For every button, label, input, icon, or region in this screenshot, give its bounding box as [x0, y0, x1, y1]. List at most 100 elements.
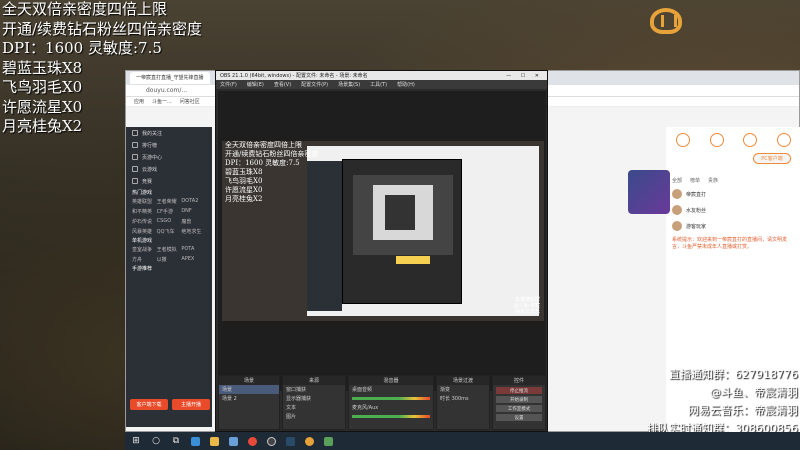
- mixer-channel: 桌面音频: [352, 387, 373, 393]
- fish-ball-icon[interactable]: [675, 133, 690, 147]
- nested-obs-2: [385, 195, 415, 230]
- tab-all[interactable]: 全部: [672, 177, 682, 184]
- duration-field[interactable]: 时长 300ms: [437, 394, 489, 403]
- rank-row: 游客玩家: [666, 218, 800, 234]
- sidebar-item-match[interactable]: 竞赛: [126, 175, 212, 187]
- user-icon[interactable]: [777, 133, 792, 147]
- stop-stream-button[interactable]: 停止推流: [496, 387, 542, 394]
- game-link[interactable]: 炉石传说: [132, 218, 157, 225]
- volume-meter[interactable]: [352, 415, 430, 418]
- overlay-line: 月亮桂兔X2: [2, 117, 83, 135]
- sidebar-item-webgame[interactable]: 页游中心: [126, 151, 212, 163]
- search-icon[interactable]: ○: [151, 436, 161, 446]
- source-item[interactable]: 图片: [283, 412, 345, 421]
- sidebar-section-mobile: 手游推荐: [132, 266, 153, 272]
- nested-browser-2: [373, 185, 433, 240]
- rank-icon: [132, 142, 138, 148]
- task-view-icon[interactable]: ⧉: [171, 436, 181, 446]
- window-controls[interactable]: — ☐ ✕: [506, 73, 547, 79]
- store-icon[interactable]: [229, 436, 238, 446]
- menu-view[interactable]: 查看(V): [274, 81, 291, 88]
- client-download-button[interactable]: 客户端下载: [130, 399, 168, 410]
- cloud-icon: [132, 166, 138, 172]
- obs-titlebar: OBS 21.1.0 (64bit, windows) - 配置文件: 未命名 …: [216, 71, 547, 80]
- game-link[interactable]: DOTA2: [181, 198, 206, 205]
- game-link[interactable]: 王者模拟: [157, 246, 182, 253]
- overlay-douyu-handle: @斗鱼、帝宸清羽: [710, 386, 798, 399]
- start-record-button[interactable]: 开始录制: [496, 396, 542, 403]
- menu-tools[interactable]: 工具(T): [370, 81, 387, 88]
- obs-menubar: 文件(F) 编辑(E) 查看(V) 配置文件(P) 场景集(S) 工具(T) 帮…: [216, 80, 547, 89]
- menu-profile[interactable]: 配置文件(P): [301, 81, 328, 88]
- anchor-card[interactable]: [628, 170, 670, 214]
- nested-live-badge: [396, 256, 430, 264]
- game-link[interactable]: 皇室战争: [132, 246, 157, 253]
- pc-client-button[interactable]: PC客户端: [753, 153, 791, 164]
- source-item[interactable]: 文本: [283, 403, 345, 412]
- game-link[interactable]: CSGO: [157, 218, 182, 225]
- scene-item[interactable]: 场景: [219, 385, 279, 394]
- game-link[interactable]: DNF: [181, 208, 206, 215]
- menu-help[interactable]: 帮助(H): [397, 81, 415, 88]
- volume-meter[interactable]: [352, 397, 430, 400]
- game-link[interactable]: 以撒: [157, 256, 182, 263]
- source-item[interactable]: 窗口捕获: [283, 385, 345, 394]
- controls-header: 控件: [493, 376, 545, 385]
- sources-dock: 来源 窗口捕获 显示器捕获 文本 图片: [282, 375, 346, 430]
- obs-preview[interactable]: 全天双倍亲密度四倍上限 开通/续费钻石粉丝四倍亲密度 DPI：1600 灵敏度:…: [218, 91, 546, 391]
- transition-select[interactable]: 渐变: [437, 385, 489, 394]
- sources-header: 来源: [283, 376, 345, 385]
- sidebar-item-cloud[interactable]: 云游戏: [126, 163, 212, 175]
- studio-mode-button[interactable]: 工作室模式: [496, 405, 542, 412]
- game-link[interactable]: 英雄联盟: [132, 198, 157, 205]
- system-notice: 系统提示：欢迎来到一帝宸直打的直播间，请文明发言，斗鱼严禁未成年人直播或打赏。: [672, 237, 788, 250]
- douyu-sidebar: 我的关注 排行榜 页游中心 云游戏 竞赛 热门游戏 英雄联盟 王者荣耀 DOTA…: [126, 127, 212, 427]
- tab-rank[interactable]: 榜单: [690, 177, 700, 184]
- source-item[interactable]: 显示器捕获: [283, 394, 345, 403]
- menu-edit[interactable]: 编辑(E): [247, 81, 264, 88]
- chrome-icon[interactable]: [248, 436, 257, 446]
- game-link[interactable]: CF手游: [157, 208, 182, 215]
- game-icon[interactable]: [305, 436, 314, 446]
- overlay-qq-group: 直播通知群：627918776: [669, 368, 798, 381]
- game-link[interactable]: APEX: [181, 256, 206, 263]
- tab-noble[interactable]: 贵族: [708, 177, 718, 184]
- obs-icon[interactable]: [267, 436, 276, 446]
- menu-file[interactable]: 文件(F): [220, 81, 237, 88]
- sidebar-item-rank[interactable]: 排行榜: [126, 139, 212, 151]
- start-icon[interactable]: ⊞: [131, 436, 141, 446]
- steam-icon[interactable]: [286, 436, 295, 446]
- ie-icon[interactable]: [191, 436, 200, 446]
- nested-obs: [342, 159, 462, 304]
- sidebar-game-grid-2: 皇室战争 王者模拟 POTA 方舟 以撒 APEX: [126, 246, 212, 263]
- folder-icon[interactable]: [210, 436, 219, 446]
- game-link[interactable]: POTA: [181, 246, 206, 253]
- nested-caption: 直播通知群 @斗鱼-帝宸 网易云音乐: [513, 297, 540, 315]
- scenes-header: 场景: [219, 376, 279, 385]
- menu-scene-collection[interactable]: 场景集(S): [338, 81, 360, 88]
- obs-title: OBS 21.1.0 (64bit, windows) - 配置文件: 未命名 …: [220, 73, 368, 79]
- scene-item[interactable]: 场景 2: [219, 394, 279, 403]
- nested-overlay-text: 全天双倍亲密度四倍上限 开通/续费钻石粉丝四倍亲密度 DPI：1600 灵敏度:…: [225, 141, 319, 203]
- game-link[interactable]: QQ飞车: [157, 228, 182, 235]
- start-stream-button[interactable]: 主播开播: [172, 399, 210, 410]
- nested-obs-preview: [353, 175, 453, 255]
- sidebar-section-single: 单机游戏: [132, 238, 153, 244]
- scenes-dock: 场景 场景 场景 2: [218, 375, 280, 430]
- gamepad-icon: [132, 154, 138, 160]
- game-link[interactable]: 绝地求生: [181, 228, 206, 235]
- task-icon[interactable]: [743, 133, 758, 147]
- room-icon-row: [666, 127, 800, 147]
- mixer-dock: 混音器 桌面音频 麦克风/Aux: [348, 375, 434, 430]
- gift-icon[interactable]: [709, 133, 724, 147]
- sidebar-section-hot: 热门游戏: [132, 190, 153, 196]
- game-link[interactable]: 和平精英: [132, 208, 157, 215]
- settings-button[interactable]: 设置: [496, 414, 542, 421]
- game-link[interactable]: 方舟: [132, 256, 157, 263]
- game-link[interactable]: 魔兽: [181, 218, 206, 225]
- game-link[interactable]: 王者荣耀: [157, 198, 182, 205]
- game-link[interactable]: 风暴英雄: [132, 228, 157, 235]
- overlay-line: 许愿流星X0: [2, 97, 83, 116]
- stream-overlay-text: 全天双倍亲密度四倍上限 开通/续费钻石粉丝四倍亲密度 DPI：1600 灵敏度:…: [2, 0, 202, 137]
- app-icon[interactable]: [324, 436, 333, 446]
